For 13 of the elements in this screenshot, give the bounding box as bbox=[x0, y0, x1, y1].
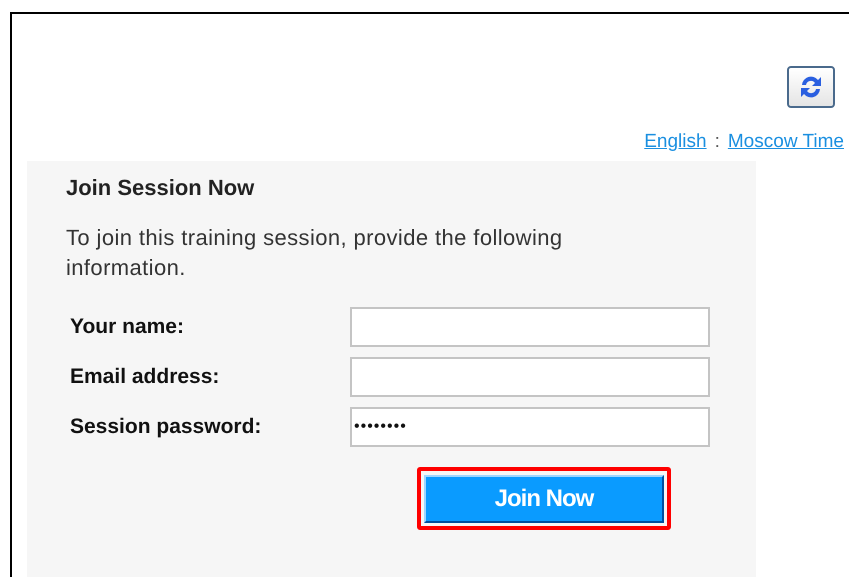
input-field[interactable]: •••••••• bbox=[350, 407, 710, 447]
input-field[interactable] bbox=[350, 307, 710, 347]
input-field[interactable] bbox=[350, 357, 710, 397]
field-label: Email address: bbox=[69, 364, 220, 390]
separator: : bbox=[714, 130, 720, 154]
timezone-link[interactable]: Moscow Time bbox=[728, 130, 844, 154]
field-label: Session password: bbox=[69, 414, 262, 440]
refresh-button[interactable] bbox=[787, 66, 835, 108]
join-now-button[interactable]: Join Now bbox=[424, 474, 664, 522]
instructions-text: To join this training session, provide the following information. bbox=[66, 224, 564, 282]
language-link[interactable]: English bbox=[644, 130, 707, 154]
field-label: Your name: bbox=[69, 314, 185, 340]
panel-title: Join Session Now bbox=[66, 174, 256, 202]
